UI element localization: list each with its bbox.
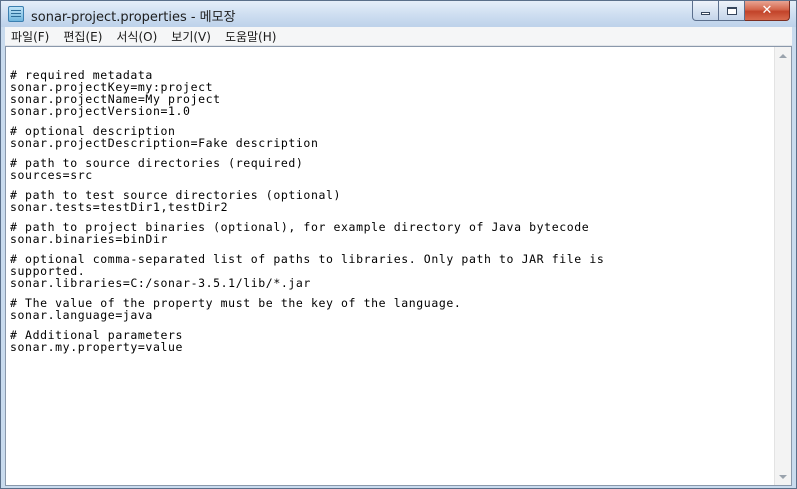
maximize-icon: [726, 6, 737, 15]
menu-file[interactable]: 파일(F): [11, 28, 49, 45]
menu-edit[interactable]: 편집(E): [63, 28, 102, 45]
arrow-up-icon: [779, 53, 787, 58]
text-line[interactable]: sonar.libraries=C:/sonar-3.5.1/lib/*.jar: [10, 277, 775, 289]
menu-help[interactable]: 도움말(H): [225, 28, 277, 45]
text-line[interactable]: # optional comma-separated list of paths…: [10, 253, 775, 265]
maximize-button[interactable]: [719, 1, 745, 21]
caption-buttons: ✕: [692, 1, 790, 21]
text-line[interactable]: sonar.tests=testDir1,testDir2: [10, 201, 775, 213]
text-line[interactable]: sonar.language=java: [10, 309, 775, 321]
text-editor[interactable]: # required metadata sonar.projectKey=my:p…: [5, 46, 792, 486]
close-button[interactable]: ✕: [745, 1, 790, 21]
notepad-icon[interactable]: [8, 6, 24, 22]
arrow-down-icon: [779, 474, 787, 479]
text-line[interactable]: sources=src: [10, 169, 775, 181]
scroll-up-button[interactable]: [775, 47, 791, 64]
text-line[interactable]: sonar.projectVersion=1.0: [10, 105, 775, 117]
vertical-scrollbar[interactable]: [774, 47, 791, 485]
text-line[interactable]: # path to source directories (required): [10, 157, 775, 169]
close-icon: ✕: [761, 3, 773, 18]
notepad-window: sonar-project.properties - 메모장 ✕ 파일(F) 편…: [0, 0, 797, 489]
title-bar[interactable]: sonar-project.properties - 메모장 ✕: [1, 1, 796, 27]
menu-view[interactable]: 보기(V): [171, 28, 211, 45]
text-line[interactable]: sonar.binaries=binDir: [10, 233, 775, 245]
scroll-down-button[interactable]: [775, 468, 791, 485]
minimize-button[interactable]: [692, 1, 719, 21]
text-line[interactable]: sonar.projectDescription=Fake descriptio…: [10, 137, 775, 149]
menu-format[interactable]: 서식(O): [116, 28, 157, 45]
minimize-icon: [701, 12, 710, 15]
text-line[interactable]: sonar.my.property=value: [10, 341, 775, 353]
editor-text[interactable]: # required metadata sonar.projectKey=my:p…: [10, 69, 775, 353]
menu-bar: 파일(F) 편집(E) 서식(O) 보기(V) 도움말(H): [5, 27, 792, 46]
window-title: sonar-project.properties - 메모장: [31, 10, 236, 25]
